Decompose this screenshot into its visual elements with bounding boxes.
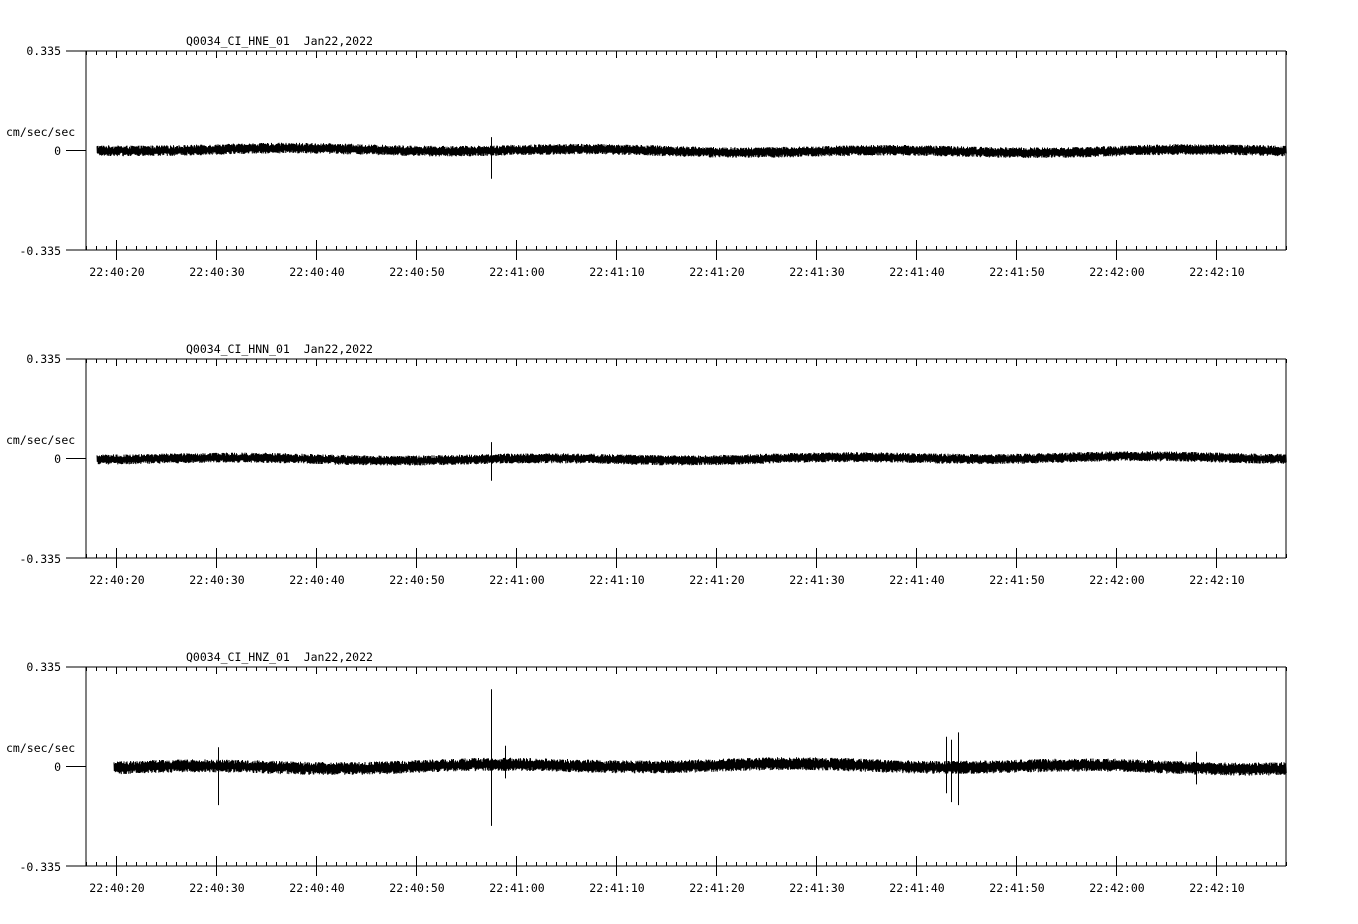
x-tick-label: 22:40:20 bbox=[89, 881, 144, 895]
x-tick-label: 22:40:50 bbox=[389, 573, 444, 587]
x-tick-label: 22:41:40 bbox=[889, 881, 944, 895]
x-axis-ticks bbox=[86, 359, 1287, 568]
x-tick-label: 22:41:30 bbox=[789, 265, 844, 279]
y-axis-label: cm/sec/sec bbox=[6, 125, 75, 139]
x-tick-label: 22:41:30 bbox=[789, 881, 844, 895]
panel-hne: Q0034_CI_HNE_01 Jan22,2022 cm/sec/sec 0.… bbox=[6, 34, 1287, 279]
x-tick-label: 22:42:10 bbox=[1189, 881, 1244, 895]
x-tick-label: 22:42:10 bbox=[1189, 573, 1244, 587]
x-tick-label: 22:41:40 bbox=[889, 265, 944, 279]
x-tick-label: 22:42:10 bbox=[1189, 265, 1244, 279]
y-tick-label-zero: 0 bbox=[54, 144, 61, 158]
x-tick-label: 22:40:20 bbox=[89, 573, 144, 587]
waveform-trace bbox=[96, 142, 1287, 159]
x-tick-label: 22:41:20 bbox=[689, 265, 744, 279]
y-tick-label-bottom: -0.335 bbox=[19, 244, 61, 258]
waveform-trace bbox=[96, 451, 1287, 466]
x-axis-tick-labels: 22:40:20 22:40:30 22:40:40 22:40:50 22:41:00… bbox=[89, 265, 1244, 279]
panel-hnn: Q0034_CI_HNN_01 Jan22,2022 cm/sec/sec 0.… bbox=[6, 342, 1287, 587]
x-axis-tick-labels: 22:40:20 22:40:30 22:40:40 22:40:50 22:41:00… bbox=[89, 881, 1244, 895]
y-tick-label-top: 0.335 bbox=[26, 44, 61, 58]
x-tick-label: 22:41:00 bbox=[489, 881, 544, 895]
x-tick-label: 22:41:30 bbox=[789, 573, 844, 587]
x-tick-label: 22:41:40 bbox=[889, 573, 944, 587]
panel-hnz: Q0034_CI_HNZ_01 Jan22,2022 cm/sec/sec 0.… bbox=[6, 650, 1287, 895]
panel-title: Q0034_CI_HNE_01 Jan22,2022 bbox=[186, 34, 373, 48]
y-tick-label-bottom: -0.335 bbox=[19, 860, 61, 874]
x-tick-label: 22:40:30 bbox=[189, 265, 244, 279]
x-tick-label: 22:40:30 bbox=[189, 573, 244, 587]
x-tick-label: 22:40:30 bbox=[189, 881, 244, 895]
x-tick-label: 22:41:50 bbox=[989, 881, 1044, 895]
x-tick-label: 22:41:20 bbox=[689, 881, 744, 895]
y-axis-label: cm/sec/sec bbox=[6, 741, 75, 755]
x-tick-label: 22:40:20 bbox=[89, 265, 144, 279]
panel-title: Q0034_CI_HNN_01 Jan22,2022 bbox=[186, 342, 373, 356]
x-tick-label: 22:41:20 bbox=[689, 573, 744, 587]
x-tick-label: 22:41:10 bbox=[589, 881, 644, 895]
seismogram-figure: Q0034_CI_HNE_01 Jan22,2022 cm/sec/sec 0.… bbox=[6, 34, 1287, 895]
x-tick-label: 22:41:00 bbox=[489, 573, 544, 587]
x-tick-label: 22:41:10 bbox=[589, 265, 644, 279]
x-tick-label: 22:40:40 bbox=[289, 265, 344, 279]
event-spikes bbox=[218, 689, 1197, 826]
y-axis-label: cm/sec/sec bbox=[6, 433, 75, 447]
x-tick-label: 22:41:10 bbox=[589, 573, 644, 587]
x-tick-label: 22:42:00 bbox=[1089, 881, 1144, 895]
y-tick-label-zero: 0 bbox=[54, 452, 61, 466]
x-tick-label: 22:41:50 bbox=[989, 265, 1044, 279]
y-tick-label-bottom: -0.335 bbox=[19, 552, 61, 566]
panel-title: Q0034_CI_HNZ_01 Jan22,2022 bbox=[186, 650, 373, 664]
waveform-trace bbox=[113, 757, 1287, 776]
x-tick-label: 22:40:50 bbox=[389, 265, 444, 279]
x-tick-label: 22:42:00 bbox=[1089, 265, 1144, 279]
y-tick-label-top: 0.335 bbox=[26, 660, 61, 674]
x-tick-label: 22:41:50 bbox=[989, 573, 1044, 587]
y-tick-label-top: 0.335 bbox=[26, 352, 61, 366]
x-tick-label: 22:42:00 bbox=[1089, 573, 1144, 587]
x-tick-label: 22:40:50 bbox=[389, 881, 444, 895]
x-tick-label: 22:41:00 bbox=[489, 265, 544, 279]
x-tick-label: 22:40:40 bbox=[289, 573, 344, 587]
x-axis-tick-labels: 22:40:20 22:40:30 22:40:40 22:40:50 22:41:00… bbox=[89, 573, 1244, 587]
x-tick-label: 22:40:40 bbox=[289, 881, 344, 895]
y-tick-label-zero: 0 bbox=[54, 760, 61, 774]
